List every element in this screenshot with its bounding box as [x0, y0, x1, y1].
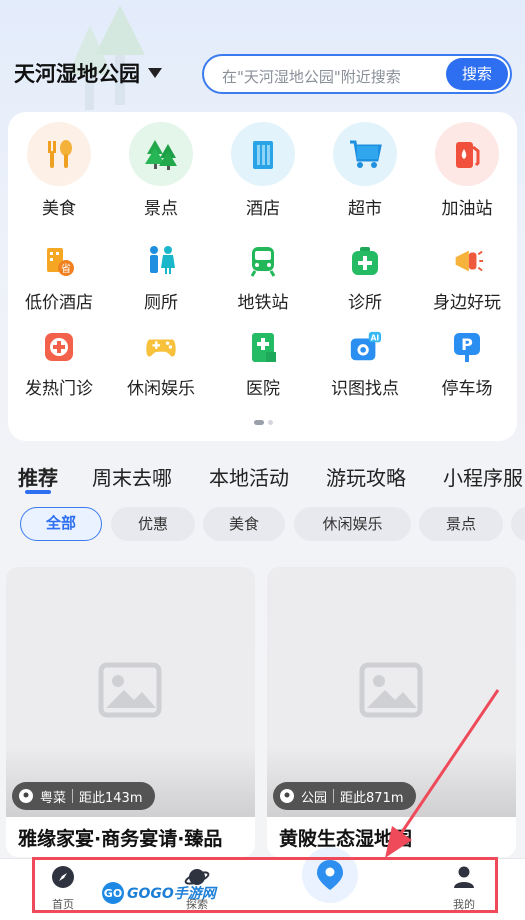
- tab-mini-programs[interactable]: 小程序服: [443, 462, 523, 491]
- category-label: 地铁站: [237, 293, 289, 313]
- filter-chips: 全部 优惠 美食 休闲娱乐 景点: [0, 507, 525, 541]
- category-hospital[interactable]: 医院: [213, 330, 313, 399]
- budget-hotel-icon: 省: [42, 244, 76, 278]
- active-tab-indicator: [25, 490, 51, 494]
- tag-divider: [333, 789, 335, 803]
- feed-title: 黄陂生态湿地园: [279, 828, 413, 850]
- feed-distance: 距此871m: [340, 790, 404, 806]
- feed-tag: 公园 距此871m: [273, 782, 416, 810]
- location-pin-icon: [19, 789, 33, 803]
- highlight-box: [32, 857, 498, 913]
- category-gas-station[interactable]: 加油站: [417, 122, 517, 219]
- tag-divider: [72, 789, 74, 803]
- feed-card[interactable]: 粤菜 距此143m 雅缘家宴·商务宴请·臻品: [6, 567, 255, 857]
- category-label: 诊所: [348, 293, 382, 313]
- category-hotel[interactable]: 酒店: [213, 122, 313, 219]
- category-label: 景点: [144, 199, 178, 219]
- svg-text:AI: AI: [371, 333, 380, 342]
- image-placeholder-icon: [98, 662, 162, 718]
- feed-distance: 距此143m: [79, 790, 143, 806]
- header: 天河湿地公园 在"天河湿地公园"附近搜索 搜索: [0, 50, 525, 100]
- tab-local-events[interactable]: 本地活动: [209, 462, 289, 491]
- dropdown-triangle-icon: [148, 68, 162, 78]
- image-placeholder-icon: [359, 662, 423, 718]
- cart-icon: [333, 122, 397, 186]
- category-budget-hotel[interactable]: 省 低价酒店: [9, 244, 109, 313]
- search-button[interactable]: 搜索: [446, 58, 508, 90]
- search-bar[interactable]: 在"天河湿地公园"附近搜索 搜索: [202, 54, 512, 94]
- feed-title: 雅缘家宴·商务宴请·臻品: [18, 828, 223, 850]
- category-parking[interactable]: P 停车场: [417, 330, 517, 399]
- location-pin-icon: [280, 789, 294, 803]
- category-label: 低价酒店: [25, 293, 93, 313]
- food-icon: [27, 122, 91, 186]
- category-label: 休闲娱乐: [127, 379, 195, 399]
- tab-weekend[interactable]: 周末去哪: [92, 462, 172, 491]
- category-supermarket[interactable]: 超市: [315, 122, 415, 219]
- category-clinic[interactable]: 诊所: [315, 244, 415, 313]
- chip-food[interactable]: 美食: [203, 507, 285, 541]
- feed-card[interactable]: 公园 距此871m 黄陂生态湿地园: [267, 567, 516, 857]
- metro-icon: [246, 244, 280, 278]
- feed-category: 粤菜: [40, 790, 67, 806]
- category-label: 发热门诊: [25, 379, 93, 399]
- category-label: 医院: [246, 379, 280, 399]
- category-leisure[interactable]: 休闲娱乐: [111, 330, 211, 399]
- category-label: 身边好玩: [433, 293, 501, 313]
- tab-recommend[interactable]: 推荐: [18, 462, 58, 491]
- category-metro[interactable]: 地铁站: [213, 244, 313, 313]
- page-dot-active: [254, 420, 264, 425]
- location-selector[interactable]: 天河湿地公园: [14, 58, 162, 88]
- category-image-search[interactable]: AI 识图找点: [315, 330, 415, 399]
- svg-text:省: 省: [61, 262, 71, 275]
- chip-deals[interactable]: 优惠: [111, 507, 195, 541]
- chip-scenic[interactable]: 景点: [419, 507, 503, 541]
- chip-leisure[interactable]: 休闲娱乐: [294, 507, 411, 541]
- svg-text:P: P: [461, 335, 473, 354]
- category-fever-clinic[interactable]: 发热门诊: [9, 330, 109, 399]
- category-toilet[interactable]: 厕所: [111, 244, 211, 313]
- category-food[interactable]: 美食: [9, 122, 109, 219]
- category-nearby-fun[interactable]: 身边好玩: [417, 244, 517, 313]
- parking-icon: P: [450, 330, 484, 364]
- feed-tag: 粤菜 距此143m: [12, 782, 155, 810]
- content-tabs: 推荐 周末去哪 本地活动 游玩攻略 小程序服: [0, 458, 525, 498]
- tab-guides[interactable]: 游玩攻略: [326, 462, 406, 491]
- page-dot: [268, 420, 273, 425]
- tree-icon: [129, 122, 193, 186]
- category-label: 超市: [348, 199, 382, 219]
- gamepad-icon: [144, 330, 178, 364]
- category-label: 识图找点: [331, 379, 399, 399]
- category-label: 加油站: [441, 199, 493, 219]
- category-label: 酒店: [246, 199, 280, 219]
- hotel-icon: [231, 122, 295, 186]
- toilet-icon: [144, 244, 178, 278]
- hospital-icon: [246, 330, 280, 364]
- megaphone-icon: [450, 244, 484, 278]
- category-scenic[interactable]: 景点: [111, 122, 211, 219]
- search-input[interactable]: 在"天河湿地公园"附近搜索: [222, 66, 401, 87]
- category-label: 厕所: [144, 293, 178, 313]
- chip-more[interactable]: [511, 507, 525, 541]
- category-grid: 美食 景点 酒店 超市 加油站 省 低价酒店 厕所 地铁站 诊所 身边好玩 发热…: [8, 112, 517, 441]
- location-name: 天河湿地公园: [14, 62, 140, 86]
- fever-clinic-icon: [42, 330, 76, 364]
- feed-category: 公园: [301, 790, 328, 806]
- ai-camera-icon: AI: [348, 330, 382, 364]
- category-label: 美食: [42, 199, 76, 219]
- chip-all[interactable]: 全部: [20, 507, 102, 541]
- fuel-icon: [435, 122, 499, 186]
- clinic-icon: [348, 244, 382, 278]
- category-label: 停车场: [441, 379, 493, 399]
- page-indicator: [254, 420, 273, 425]
